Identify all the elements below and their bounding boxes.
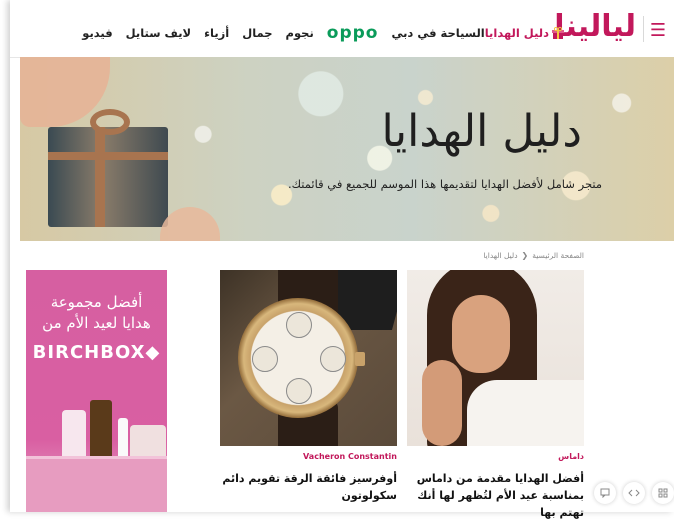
nav-item-video[interactable]: فيديو xyxy=(82,26,112,40)
menu-icon[interactable]: ☰ xyxy=(650,22,666,40)
chevron-left-icon: ❮ xyxy=(521,251,529,260)
ribbon-horizontal xyxy=(48,152,168,160)
sponsor-oppo-logo[interactable]: oppo xyxy=(327,25,379,42)
product-box xyxy=(26,456,167,512)
breadcrumb: الصفحة الرئيسية ❮ دليل الهدايا xyxy=(483,251,584,260)
arm-shape xyxy=(422,360,462,446)
watch-dial xyxy=(238,298,358,418)
article-category[interactable]: داماس xyxy=(407,452,584,461)
ad-brand: BIRCHBOX◆ xyxy=(32,342,161,363)
watch-subdial xyxy=(320,346,346,372)
watch-crown xyxy=(355,352,365,366)
nav-item-celebrities[interactable]: نجوم xyxy=(286,26,314,40)
nav-item-lifestyle[interactable]: لايف ستايل xyxy=(126,26,192,40)
hand-image-lower xyxy=(160,207,220,241)
face-shape xyxy=(452,295,510,373)
article-title[interactable]: أفضل الهدايا مقدمة من داماس بمناسبة عيد … xyxy=(407,470,584,521)
watch-subdial xyxy=(286,378,312,404)
comment-icon[interactable] xyxy=(594,482,616,504)
article-image[interactable] xyxy=(220,270,397,446)
ad-line-2: هدايا لعيد الأم من xyxy=(42,314,151,332)
article-image[interactable] xyxy=(407,270,584,446)
ad-line-1: أفضل مجموعة xyxy=(50,293,143,311)
nav-item-fashion[interactable]: أزياء xyxy=(204,26,229,40)
site-header: ☰ ليالينا فيديو لايف ستايل أزياء جمال نج… xyxy=(10,0,674,58)
ribbon-vertical xyxy=(95,127,105,227)
nav-item-dubai-tourism[interactable]: السياحة في دبي xyxy=(391,26,484,40)
hero-title: دليل الهدايا xyxy=(381,106,582,157)
hero-banner: دليل الهدايا متجر شامل لأفضل الهدايا لتق… xyxy=(20,57,674,241)
code-icon[interactable] xyxy=(623,482,645,504)
hero-subtitle: متجر شامل لأفضل الهدايا لتقديمها هذا الم… xyxy=(287,177,602,191)
grid-icon[interactable] xyxy=(652,482,674,504)
breadcrumb-current: دليل الهدايا xyxy=(483,251,518,260)
gift-icon xyxy=(552,26,564,39)
nav-gift-label: دليل الهدايا xyxy=(484,26,549,40)
watch-subdial xyxy=(286,312,312,338)
article-card[interactable]: Vacheron Constantin أوفرسيز فائقة الرقة … xyxy=(220,270,397,504)
gift-box-image xyxy=(48,127,168,227)
nav-item-gift-guide[interactable]: دليل الهدايا xyxy=(485,26,564,40)
site-logo[interactable]: ليالينا xyxy=(554,8,636,46)
breadcrumb-home[interactable]: الصفحة الرئيسية xyxy=(532,251,584,260)
ribbon-bow xyxy=(90,109,130,135)
article-category[interactable]: Vacheron Constantin xyxy=(220,452,397,461)
shirt-shape xyxy=(467,380,584,446)
nav-item-beauty[interactable]: جمال xyxy=(242,26,272,40)
watch-subdial xyxy=(252,346,278,372)
birchbox-ad[interactable]: أفضل مجموعة هدايا لعيد الأم من BIRCHBOX◆ xyxy=(26,270,167,512)
article-title[interactable]: أوفرسيز فائقة الرقة تقويم دائم سكولوتون xyxy=(220,470,397,504)
article-card[interactable]: داماس أفضل الهدايا مقدمة من داماس بمناسب… xyxy=(407,270,584,521)
header-divider xyxy=(643,16,644,42)
main-nav: فيديو لايف ستايل أزياء جمال نجوم oppo ال… xyxy=(69,25,564,42)
